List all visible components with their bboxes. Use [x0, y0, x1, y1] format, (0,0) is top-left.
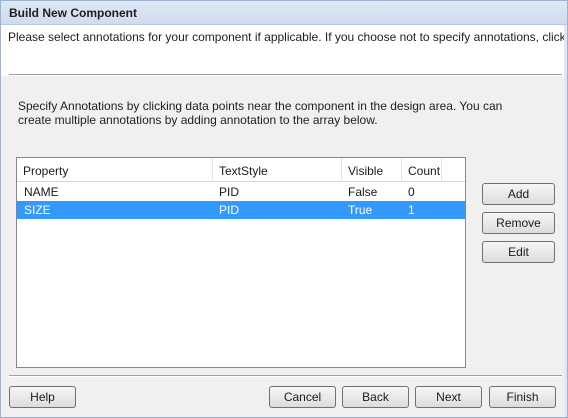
- header-instruction: Please select annotations for your compo…: [8, 30, 568, 44]
- column-header-count[interactable]: Count: [402, 158, 442, 182]
- window-right-edge: [564, 25, 567, 417]
- header-panel: Please select annotations for your compo…: [1, 25, 568, 76]
- grid-header: Property TextStyle Visible Count: [17, 158, 465, 182]
- cell-visible: True: [348, 203, 373, 217]
- help-button[interactable]: Help: [9, 386, 76, 408]
- column-header-textstyle[interactable]: TextStyle: [213, 158, 342, 182]
- back-button[interactable]: Back: [342, 386, 409, 408]
- cell-count: 1: [408, 203, 415, 217]
- column-header-property[interactable]: Property: [17, 158, 213, 182]
- column-header-visible[interactable]: Visible: [342, 158, 402, 182]
- cell-textstyle: PID: [219, 203, 240, 217]
- window-title: Build New Component: [9, 6, 137, 20]
- finish-button[interactable]: Finish: [489, 386, 556, 408]
- table-row-size[interactable]: SIZE PID True 1: [17, 201, 465, 219]
- footer-divider: [9, 375, 562, 377]
- build-component-dialog: Build New Component Please select annota…: [0, 0, 568, 418]
- remove-button[interactable]: Remove: [482, 212, 555, 234]
- edit-button[interactable]: Edit: [482, 241, 555, 263]
- header-divider: [9, 74, 562, 76]
- annotations-grid[interactable]: Property TextStyle Visible Count NAME PI…: [16, 157, 466, 368]
- cell-textstyle: PID: [219, 185, 240, 199]
- add-button[interactable]: Add: [482, 183, 555, 205]
- description-text: Specify Annotations by clicking data poi…: [18, 99, 503, 127]
- next-button[interactable]: Next: [415, 386, 482, 408]
- cancel-button[interactable]: Cancel: [269, 386, 336, 408]
- cell-visible: False: [348, 185, 378, 199]
- cell-count: 0: [408, 185, 415, 199]
- table-row-name[interactable]: NAME PID False 0: [17, 183, 465, 201]
- cell-property: SIZE: [24, 203, 51, 217]
- title-bar: Build New Component: [1, 1, 567, 25]
- cell-property: NAME: [24, 185, 59, 199]
